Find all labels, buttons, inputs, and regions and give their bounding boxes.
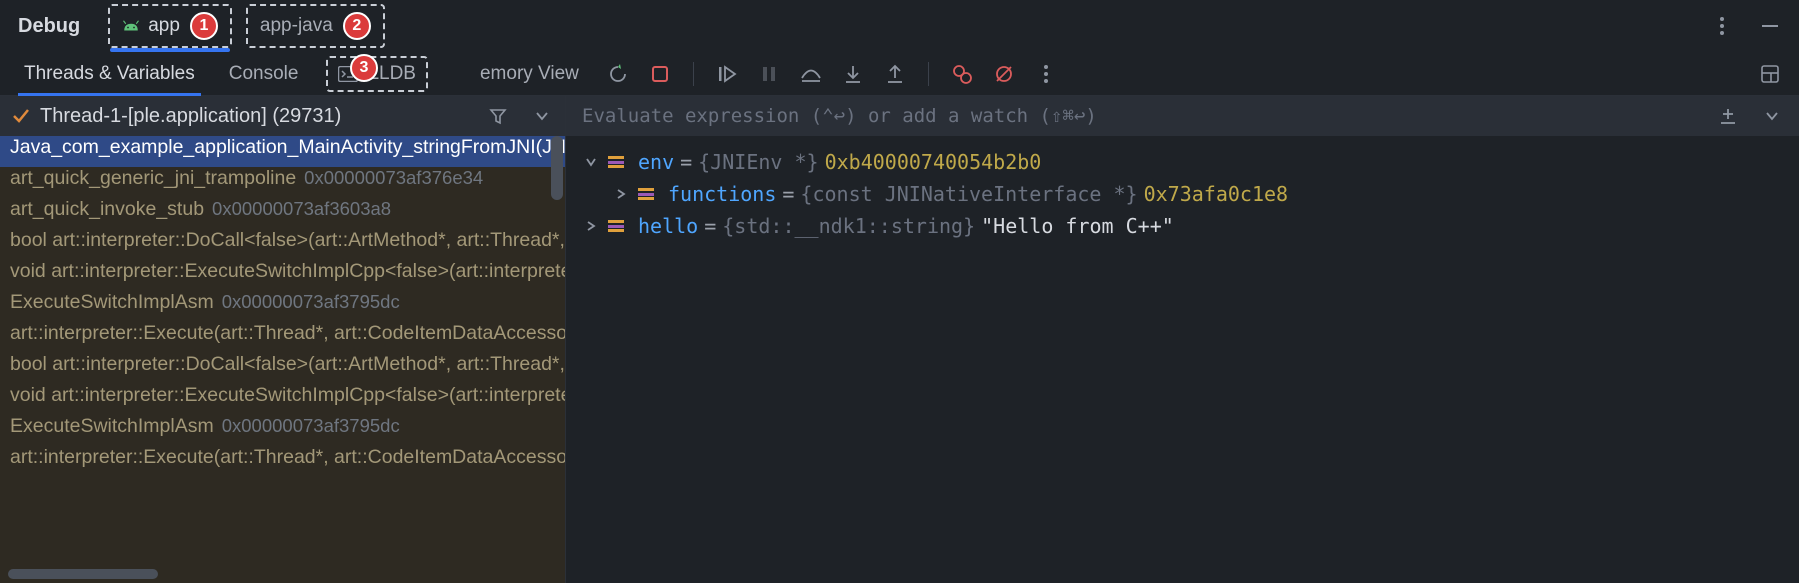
step-out-icon[interactable] (884, 63, 906, 85)
variable-type: {const JNINativeInterface *} (800, 178, 1137, 210)
frames-list[interactable]: Java_com_example_application_MainActivit… (0, 136, 565, 583)
frame-row[interactable]: art::interpreter::Execute(art::Thread*, … (0, 322, 565, 353)
panel-title: Debug (18, 15, 80, 38)
variable-row[interactable]: hello = {std::__ndk1::string} "Hello fro… (584, 210, 1781, 242)
vertical-scrollbar[interactable] (551, 136, 563, 200)
variable-type: {std::__ndk1::string} (722, 210, 975, 242)
chevron-right-icon[interactable] (614, 188, 628, 200)
frame-row[interactable]: void art::interpreter::ExecuteSwitchImpl… (0, 260, 565, 291)
watch-dropdown-icon[interactable] (1761, 105, 1783, 127)
pause-icon (758, 63, 780, 85)
config-tab-label: app (148, 15, 180, 37)
thread-selector[interactable]: Thread-1-[ple.application] (29731) (0, 96, 565, 136)
more-icon[interactable] (1711, 15, 1733, 37)
variable-name: env (638, 146, 674, 178)
variable-name: hello (638, 210, 698, 242)
variable-value: 0xb40000740054b2b0 (825, 146, 1042, 178)
frame-row[interactable]: void art::interpreter::ExecuteSwitchImpl… (0, 384, 565, 415)
frame-row[interactable]: art_quick_invoke_stub0x00000073af3603a8 (0, 198, 565, 229)
variable-name: functions (668, 178, 776, 210)
thread-label: Thread-1-[ple.application] (29731) (40, 105, 341, 128)
frame-row[interactable]: bool art::interpreter::DoCall<false>(art… (0, 229, 565, 260)
config-tab-app[interactable]: app 1 (108, 4, 232, 48)
config-tab-app-java[interactable]: app-java 2 (246, 4, 385, 48)
sub-tab-threads[interactable]: Threads & Variables (18, 52, 201, 95)
check-icon (12, 107, 30, 125)
dropdown-icon[interactable] (531, 105, 553, 127)
mute-breakpoints-icon[interactable] (993, 63, 1015, 85)
step-over-icon[interactable] (800, 63, 822, 85)
callout-badge-2: 2 (343, 12, 371, 40)
callout-badge-1: 1 (190, 12, 218, 40)
config-tab-label: app-java (260, 15, 333, 37)
step-into-icon[interactable] (842, 63, 864, 85)
variable-row[interactable]: functions = {const JNINativeInterface *}… (584, 178, 1781, 210)
frame-row[interactable]: art::interpreter::Execute(art::Thread*, … (0, 446, 565, 477)
overflow-icon[interactable] (1035, 63, 1057, 85)
frame-row[interactable]: ExecuteSwitchImplAsm0x00000073af3795dc (0, 415, 565, 446)
frame-row[interactable]: ExecuteSwitchImplAsm0x00000073af3795dc (0, 291, 565, 322)
horizontal-scrollbar[interactable] (8, 569, 158, 579)
sub-tab-console[interactable]: Console (223, 52, 305, 95)
struct-icon (638, 188, 654, 200)
add-watch-icon[interactable] (1717, 105, 1739, 127)
resume-icon[interactable] (716, 63, 738, 85)
filter-icon[interactable] (487, 105, 509, 127)
sub-tab-memory[interactable]: emory View (474, 52, 585, 95)
callout-badge-3: 3 (350, 54, 378, 82)
sub-tab-lldb[interactable]: LLDB (326, 56, 428, 92)
chevron-down-icon[interactable] (584, 157, 598, 167)
stop-icon[interactable] (649, 63, 671, 85)
minimize-icon[interactable] (1759, 15, 1781, 37)
android-icon (122, 19, 140, 33)
variable-value: 0x73afa0c1e8 (1144, 178, 1289, 210)
struct-icon (608, 220, 624, 232)
rerun-icon[interactable] (607, 63, 629, 85)
chevron-right-icon[interactable] (584, 220, 598, 232)
frame-row[interactable]: Java_com_example_application_MainActivit… (0, 136, 565, 167)
watch-input[interactable]: Evaluate expression (⌃↩) or add a watch … (582, 105, 1699, 127)
variable-row[interactable]: env = {JNIEnv *} 0xb40000740054b2b0 (584, 146, 1781, 178)
variable-type: {JNIEnv *} (698, 146, 818, 178)
layout-settings-icon[interactable] (1759, 63, 1781, 85)
frame-row[interactable]: art_quick_generic_jni_trampoline0x000000… (0, 167, 565, 198)
view-breakpoints-icon[interactable] (951, 63, 973, 85)
struct-icon (608, 156, 624, 168)
variables-tree[interactable]: env = {JNIEnv *} 0xb40000740054b2b0funct… (566, 136, 1799, 583)
variable-value: "Hello from C++" (981, 210, 1174, 242)
frame-row[interactable]: bool art::interpreter::DoCall<false>(art… (0, 353, 565, 384)
